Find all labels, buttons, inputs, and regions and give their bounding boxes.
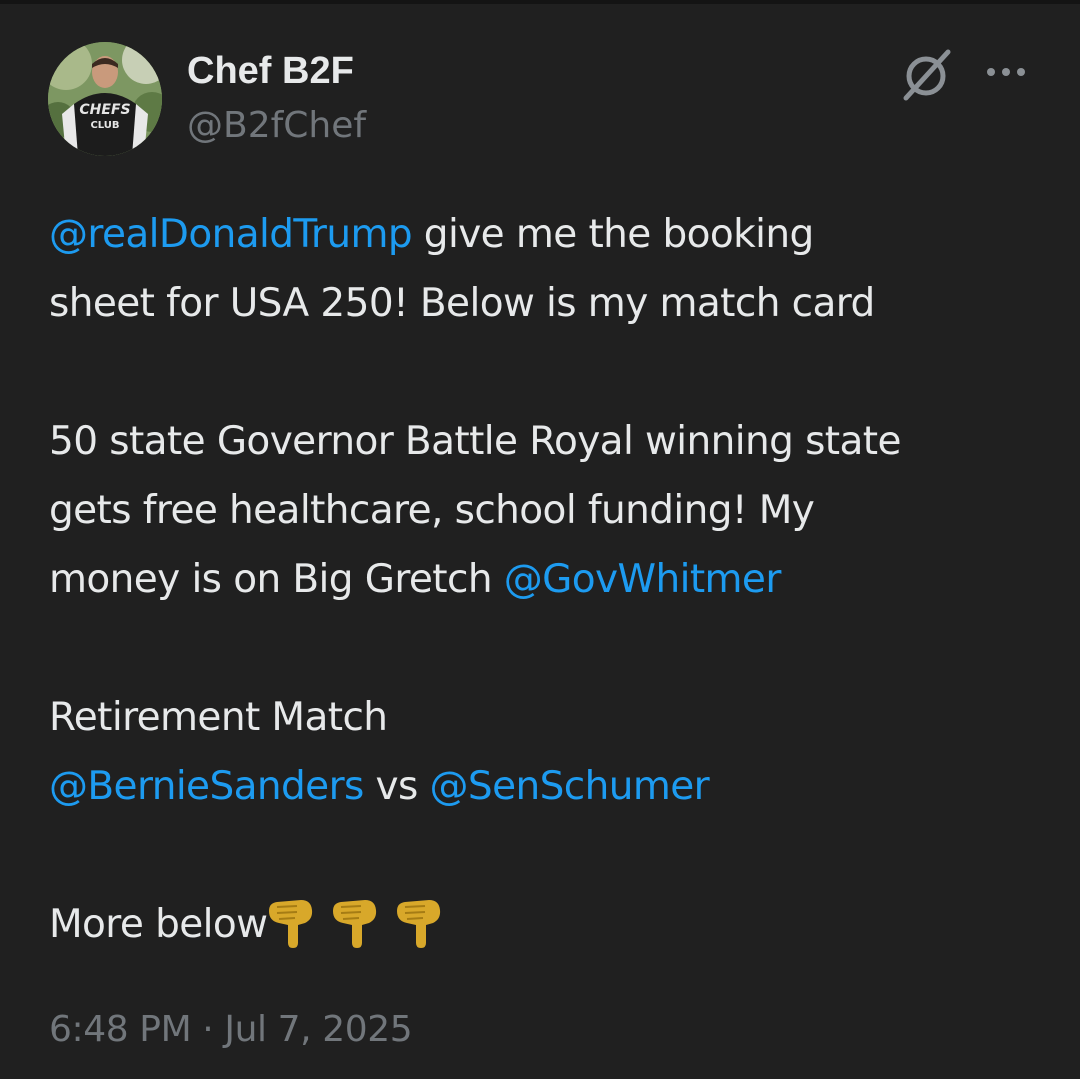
avatar-shirt-text-top: CHEFS [79,102,130,118]
grok-icon[interactable] [900,46,956,102]
tweet-line: money is on Big Gretch @GovWhitmer [49,545,1049,614]
tweet-text-segment: money is on Big Gretch [49,557,504,602]
tweet-line: gets free healthcare, school funding! My [49,488,815,533]
tweet-line: @realDonaldTrump give me the booking [49,200,1049,269]
pointing-down-emoji-icon [333,900,377,948]
tweet-text: @realDonaldTrump give me the booking she… [49,200,1049,959]
tweet-text-segment: More below [49,902,268,947]
tweet-line: More below [49,890,1049,959]
mention-link[interactable]: @SenSchumer [430,764,710,809]
avatar[interactable]: CHEFS CLUB [48,42,162,156]
author-name[interactable]: Chef B2F [187,48,354,94]
mention-link[interactable]: @BernieSanders [49,764,364,809]
mention-link[interactable]: @realDonaldTrump [49,212,413,257]
tweet-timestamp[interactable]: 6:48 PM · Jul 7, 2025 [49,1004,413,1056]
tweet-line: 50 state Governor Battle Royal winning s… [49,419,901,464]
pointing-down-emoji-icon [269,900,313,948]
avatar-image: CHEFS CLUB [48,42,162,156]
tweet-text-segment: give me the booking [412,212,814,257]
mention-link[interactable]: @GovWhitmer [504,557,782,602]
tweet-line: @BernieSanders vs @SenSchumer [49,752,1049,821]
author-handle[interactable]: @B2fChef [187,104,366,148]
tweet: CHEFS CLUB Chef B2F @B2fChef @realDonald… [0,4,1080,1079]
tweet-text-segment: vs [363,764,430,809]
avatar-shirt-text-bottom: CLUB [90,120,119,131]
tweet-line: Retirement Match [49,695,388,740]
more-options-icon[interactable] [985,62,1029,82]
pointing-down-emoji-icon [397,900,441,948]
tweet-line: sheet for USA 250! Below is my match car… [49,281,875,326]
